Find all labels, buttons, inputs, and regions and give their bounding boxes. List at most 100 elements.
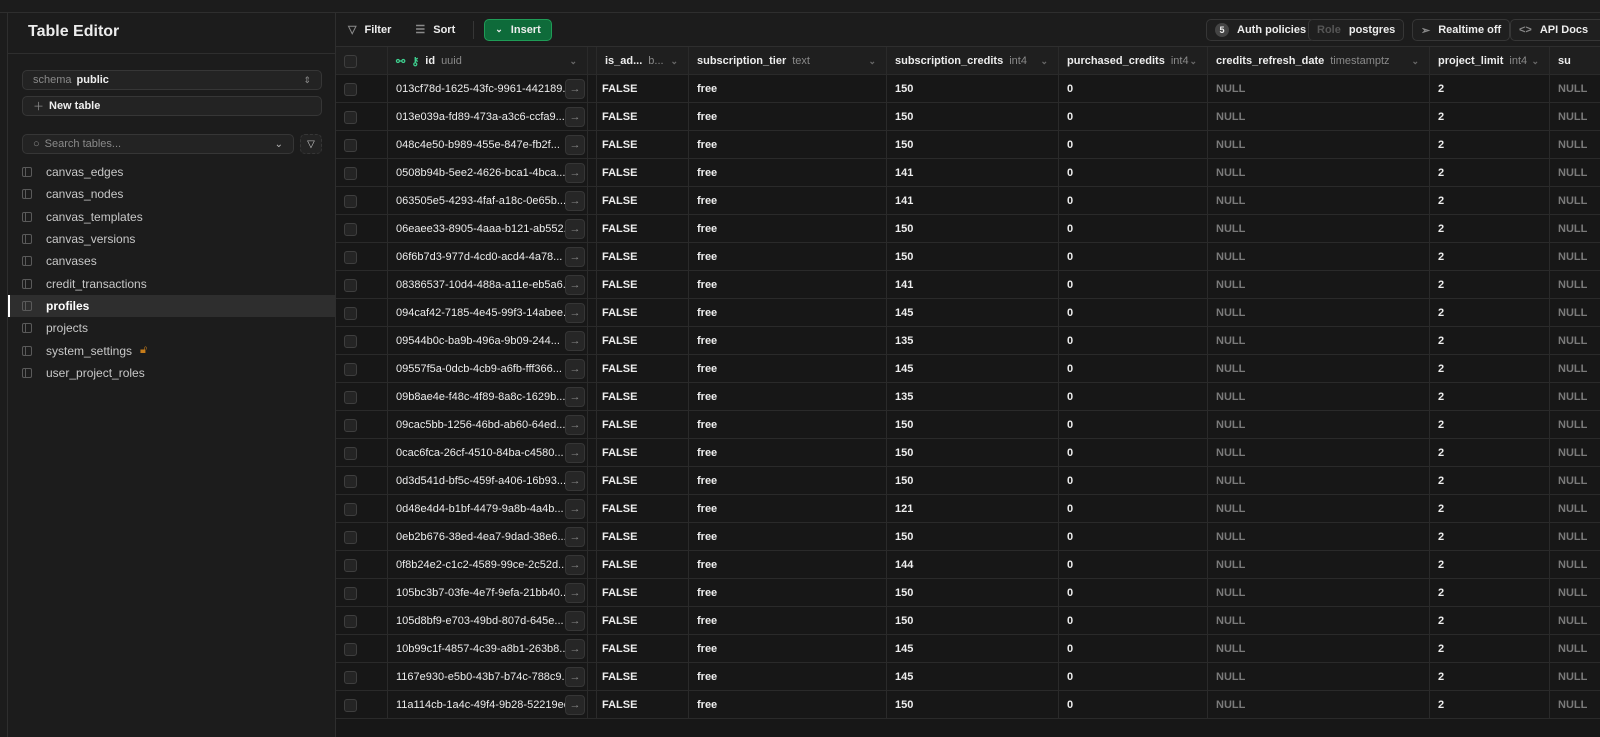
cell-subscription-tier[interactable]: free (689, 299, 887, 327)
cell-purchased-credits[interactable]: 0 (1059, 299, 1208, 327)
row-checkbox[interactable] (344, 614, 357, 628)
cell-subscription-tier[interactable]: free (689, 523, 887, 551)
sidebar-table-user-project-roles[interactable]: user_project_roles (8, 362, 336, 384)
table-row[interactable]: 10b99c1f-4857-4c39-a8b1-263b8... → FALSE fr… (336, 635, 1600, 663)
select-all-checkbox[interactable] (344, 54, 357, 68)
table-row[interactable]: 0f8b24e2-c1c2-4589-99ce-2c52d... → FALSE fr… (336, 551, 1600, 579)
cell-credits-refresh-date[interactable]: NULL (1208, 159, 1430, 187)
cell-subscription-tier[interactable]: free (689, 551, 887, 579)
cell-id[interactable]: 06eaee33-8905-4aaa-b121-ab552... → (388, 215, 588, 243)
search-tables-input[interactable]: ○ Search tables... ⌄ (22, 134, 294, 154)
chevrons-down-icon[interactable]: ⌄ (275, 139, 283, 150)
schema-selector[interactable]: schema public ⇕ (22, 70, 322, 90)
cell-is-admin[interactable]: FALSE (597, 411, 689, 439)
cell-next[interactable]: NULL (1550, 439, 1600, 467)
sidebar-table-projects[interactable]: projects (8, 317, 336, 339)
cell-purchased-credits[interactable]: 0 (1059, 327, 1208, 355)
sort-button[interactable]: ☰ Sort (403, 19, 467, 41)
cell-credits-refresh-date[interactable]: NULL (1208, 663, 1430, 691)
cell-credits-refresh-date[interactable]: NULL (1208, 635, 1430, 663)
cell-subscription-tier[interactable]: free (689, 691, 887, 719)
cell-project-limit[interactable]: 2 (1430, 523, 1550, 551)
arrow-right-icon[interactable]: → (565, 79, 585, 99)
cell-subscription-tier[interactable]: free (689, 467, 887, 495)
cell-credits-refresh-date[interactable]: NULL (1208, 439, 1430, 467)
table-row[interactable]: 0508b94b-5ee2-4626-bca1-4bca... → FALSE fre… (336, 159, 1600, 187)
cell-is-admin[interactable]: FALSE (597, 579, 689, 607)
arrow-right-icon[interactable]: → (565, 555, 585, 575)
column-header-project-limit[interactable]: project_limit int4 ⌄ (1430, 47, 1550, 75)
cell-credits-refresh-date[interactable]: NULL (1208, 299, 1430, 327)
cell-subscription-credits[interactable]: 150 (887, 607, 1059, 635)
cell-next[interactable]: NULL (1550, 243, 1600, 271)
cell-subscription-credits[interactable]: 150 (887, 411, 1059, 439)
cell-subscription-tier[interactable]: free (689, 663, 887, 691)
cell-credits-refresh-date[interactable]: NULL (1208, 131, 1430, 159)
cell-project-limit[interactable]: 2 (1430, 495, 1550, 523)
row-checkbox[interactable] (344, 502, 357, 516)
sidebar-table-canvas-versions[interactable]: canvas_versions (8, 228, 336, 250)
cell-project-limit[interactable]: 2 (1430, 271, 1550, 299)
cell-purchased-credits[interactable]: 0 (1059, 383, 1208, 411)
cell-is-admin[interactable]: FALSE (597, 159, 689, 187)
table-row[interactable]: 09544b0c-ba9b-496a-9b09-244... → FALSE free… (336, 327, 1600, 355)
new-table-button[interactable]: ＋ New table (22, 96, 322, 116)
cell-is-admin[interactable]: FALSE (597, 691, 689, 719)
cell-purchased-credits[interactable]: 0 (1059, 187, 1208, 215)
cell-next[interactable]: NULL (1550, 383, 1600, 411)
arrow-right-icon[interactable]: → (565, 219, 585, 239)
cell-id[interactable]: 1167e930-e5b0-43b7-b74c-788c9... → (388, 663, 588, 691)
column-header-subscription-credits[interactable]: subscription_credits int4 ⌄ (887, 47, 1059, 75)
cell-purchased-credits[interactable]: 0 (1059, 355, 1208, 383)
cell-project-limit[interactable]: 2 (1430, 299, 1550, 327)
arrow-right-icon[interactable]: → (565, 107, 585, 127)
cell-subscription-credits[interactable]: 145 (887, 635, 1059, 663)
cell-project-limit[interactable]: 2 (1430, 75, 1550, 103)
cell-next[interactable]: NULL (1550, 355, 1600, 383)
sidebar-table-canvas-templates[interactable]: canvas_templates (8, 206, 336, 228)
cell-next[interactable]: NULL (1550, 159, 1600, 187)
arrow-right-icon[interactable]: → (565, 387, 585, 407)
row-checkbox[interactable] (344, 82, 357, 96)
cell-subscription-credits[interactable]: 150 (887, 131, 1059, 159)
arrow-right-icon[interactable]: → (565, 471, 585, 491)
column-header-next[interactable]: su (1550, 47, 1600, 75)
cell-next[interactable]: NULL (1550, 467, 1600, 495)
cell-purchased-credits[interactable]: 0 (1059, 243, 1208, 271)
cell-credits-refresh-date[interactable]: NULL (1208, 579, 1430, 607)
cell-subscription-credits[interactable]: 144 (887, 551, 1059, 579)
cell-is-admin[interactable]: FALSE (597, 635, 689, 663)
cell-next[interactable]: NULL (1550, 327, 1600, 355)
column-header-purchased-credits[interactable]: purchased_credits int4 ⌄ (1059, 47, 1208, 75)
chevron-down-icon[interactable]: ⌄ (1411, 56, 1419, 67)
cell-subscription-credits[interactable]: 135 (887, 383, 1059, 411)
cell-id[interactable]: 09544b0c-ba9b-496a-9b09-244... → (388, 327, 588, 355)
cell-id[interactable]: 063505e5-4293-4faf-a18c-0e65b... → (388, 187, 588, 215)
cell-subscription-tier[interactable]: free (689, 607, 887, 635)
row-checkbox[interactable] (344, 418, 357, 432)
cell-credits-refresh-date[interactable]: NULL (1208, 523, 1430, 551)
table-row[interactable]: 105bc3b7-03fe-4e7f-9efa-21bb40... → FALSE f… (336, 579, 1600, 607)
cell-subscription-credits[interactable]: 150 (887, 439, 1059, 467)
cell-subscription-credits[interactable]: 121 (887, 495, 1059, 523)
cell-subscription-tier[interactable]: free (689, 495, 887, 523)
cell-project-limit[interactable]: 2 (1430, 103, 1550, 131)
cell-project-limit[interactable]: 2 (1430, 327, 1550, 355)
cell-credits-refresh-date[interactable]: NULL (1208, 411, 1430, 439)
cell-project-limit[interactable]: 2 (1430, 131, 1550, 159)
cell-id[interactable]: 0eb2b676-38ed-4ea7-9dad-38e6... → (388, 523, 588, 551)
table-row[interactable]: 063505e5-4293-4faf-a18c-0e65b... → FALSE fr… (336, 187, 1600, 215)
cell-is-admin[interactable]: FALSE (597, 467, 689, 495)
cell-is-admin[interactable]: FALSE (597, 187, 689, 215)
cell-subscription-credits[interactable]: 150 (887, 523, 1059, 551)
cell-is-admin[interactable]: FALSE (597, 383, 689, 411)
cell-credits-refresh-date[interactable]: NULL (1208, 215, 1430, 243)
sidebar-table-canvas-nodes[interactable]: canvas_nodes (8, 183, 336, 205)
cell-id[interactable]: 09b8ae4e-f48c-4f89-8a8c-1629b... → (388, 383, 588, 411)
sidebar-table-canvas-edges[interactable]: canvas_edges (8, 161, 336, 183)
cell-project-limit[interactable]: 2 (1430, 467, 1550, 495)
cell-credits-refresh-date[interactable]: NULL (1208, 691, 1430, 719)
auth-policies-button[interactable]: 5 Auth policies (1206, 19, 1316, 41)
cell-id[interactable]: 06f6b7d3-977d-4cd0-acd4-4a78... → (388, 243, 588, 271)
filter-tables-button[interactable]: ▽ (300, 134, 322, 154)
